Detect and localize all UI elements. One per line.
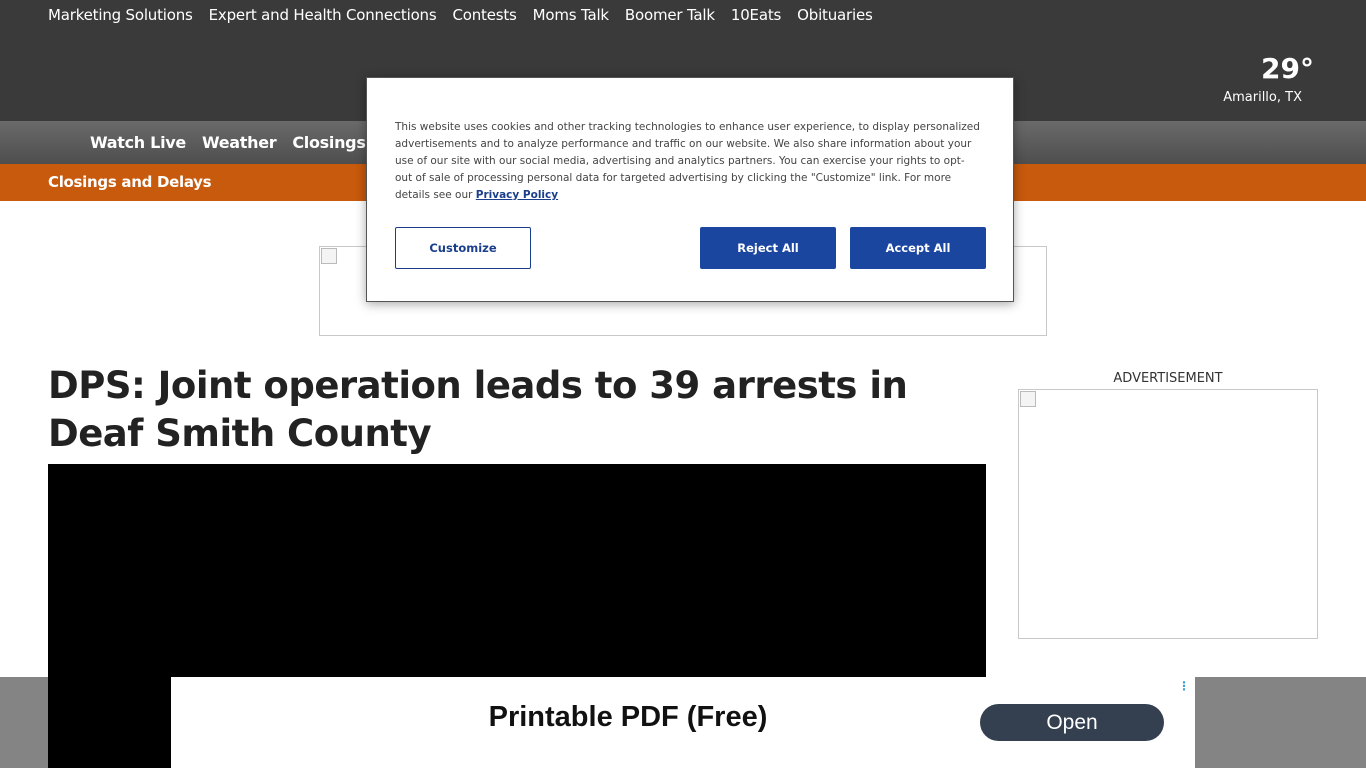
video-player-lower xyxy=(48,677,171,768)
weather-widget[interactable]: 29° Amarillo, TX xyxy=(1223,52,1314,105)
top-links: Marketing Solutions Expert and Health Co… xyxy=(48,6,873,24)
accept-all-button[interactable]: Accept All xyxy=(850,227,986,269)
top-link-expert-health[interactable]: Expert and Health Connections xyxy=(209,6,437,24)
alert-bar-label[interactable]: Closings and Delays xyxy=(48,173,212,191)
top-link-10eats[interactable]: 10Eats xyxy=(731,6,781,24)
nav-item-weather[interactable]: Weather xyxy=(202,133,277,152)
bottom-ad[interactable]: Printable PDF (Free) Open ⋮ xyxy=(171,677,1195,768)
reject-all-button[interactable]: Reject All xyxy=(700,227,836,269)
cookie-consent-text: This website uses cookies and other trac… xyxy=(395,119,981,204)
bottom-ad-title[interactable]: Printable PDF (Free) xyxy=(171,701,1085,734)
nav-item-closings[interactable]: Closings xyxy=(292,133,366,152)
cookie-consent-dialog: This website uses cookies and other trac… xyxy=(366,77,1014,302)
sidebar-ad[interactable] xyxy=(1018,389,1318,639)
top-link-boomer-talk[interactable]: Boomer Talk xyxy=(625,6,715,24)
advertisement-label: ADVERTISEMENT xyxy=(1113,371,1223,386)
top-link-moms-talk[interactable]: Moms Talk xyxy=(533,6,609,24)
top-link-obituaries[interactable]: Obituaries xyxy=(797,6,873,24)
weather-location: Amarillo, TX xyxy=(1223,90,1302,105)
broken-image-icon xyxy=(321,248,337,264)
top-link-marketing-solutions[interactable]: Marketing Solutions xyxy=(48,6,193,24)
ad-options-icon[interactable]: ⋮ xyxy=(1178,679,1190,693)
top-link-contests[interactable]: Contests xyxy=(452,6,516,24)
broken-image-icon xyxy=(1020,391,1036,407)
nav-item-watch-live[interactable]: Watch Live xyxy=(90,133,186,152)
page-title: DPS: Joint operation leads to 39 arrests… xyxy=(48,364,908,455)
bottom-ad-open-button[interactable]: Open xyxy=(980,704,1164,741)
weather-temperature: 29° xyxy=(1261,52,1314,85)
customize-button[interactable]: Customize xyxy=(395,227,531,269)
privacy-policy-link[interactable]: Privacy Policy xyxy=(476,189,558,201)
